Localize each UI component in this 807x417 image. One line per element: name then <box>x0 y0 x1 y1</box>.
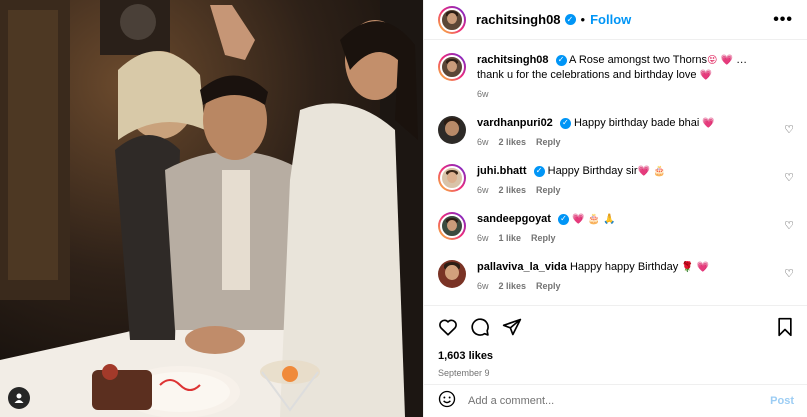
comment-time[interactable]: 6w <box>477 137 489 147</box>
comment-text: Happy birthday bade bhai <box>573 117 703 129</box>
follow-button[interactable]: Follow <box>590 12 631 27</box>
verified-icon: ✓ <box>555 54 567 66</box>
reply-button[interactable]: Reply <box>531 233 556 243</box>
comment-input[interactable] <box>468 395 771 407</box>
bookmark-icon[interactable] <box>776 317 794 337</box>
comment-icon[interactable] <box>470 317 490 337</box>
comment-emoji: 💗 🎂 🙏 <box>572 214 616 225</box>
emoji-icon[interactable] <box>438 390 456 413</box>
verified-icon: ✓ <box>564 14 576 25</box>
header-username[interactable]: rachitsingh08 <box>476 12 561 27</box>
photo-illustration <box>0 0 423 417</box>
avatar[interactable] <box>438 212 466 240</box>
avatar[interactable] <box>438 116 466 144</box>
tag-user-icon[interactable] <box>8 387 30 409</box>
heart-icon[interactable]: ♡ <box>784 171 794 184</box>
likes-count[interactable]: 1,603 likes <box>438 350 794 362</box>
more-icon[interactable]: ••• <box>773 11 793 29</box>
comment-username[interactable]: sandeepgoyat <box>477 213 551 225</box>
list-item: sandeepgoyat ✓ 💗 🎂 🙏 6w 1 like Reply ♡ <box>438 212 794 243</box>
post-header: rachitsingh08 ✓ • Follow ••• <box>424 0 807 40</box>
heart-icon[interactable] <box>438 318 458 336</box>
comment-likes[interactable]: 1 like <box>499 233 522 243</box>
list-item: vardhanpuri02 ✓ Happy birthday bade bhai… <box>438 116 794 147</box>
comment-emoji: 💗 <box>702 118 715 129</box>
heart-icon[interactable]: ♡ <box>784 267 794 280</box>
avatar[interactable] <box>438 53 466 81</box>
avatar[interactable] <box>438 5 466 34</box>
separator: • <box>580 12 586 27</box>
comment-composer: Post <box>424 384 807 417</box>
post-sidebar: rachitsingh08 ✓ • Follow ••• rachitsingh… <box>423 0 807 417</box>
post-photo[interactable] <box>0 0 423 417</box>
caption-username[interactable]: rachitsingh08 <box>477 54 549 66</box>
verified-icon: ✓ <box>533 165 545 177</box>
comment-emoji: 🌹 💗 <box>681 262 710 273</box>
list-item: juhi.bhatt ✓ Happy Birthday sir💗 🎂 6w 2 … <box>438 164 794 195</box>
verified-icon: ✓ <box>559 117 571 129</box>
comment-time[interactable]: 6w <box>477 185 489 195</box>
post-modal: rachitsingh08 ✓ • Follow ••• rachitsingh… <box>0 0 807 417</box>
caption-emoji: 😝 💗 <box>707 55 734 66</box>
post-button[interactable]: Post <box>770 395 794 407</box>
avatar[interactable] <box>438 164 466 192</box>
comment-time[interactable]: 6w <box>477 281 489 291</box>
comments-list[interactable]: rachitsingh08 ✓ A Rose amongst two Thorn… <box>424 41 807 305</box>
comment-username[interactable]: pallaviva_la_vida <box>477 261 567 273</box>
comment-text: Happy Birthday sir <box>547 165 638 177</box>
heart-icon[interactable]: ♡ <box>784 219 794 232</box>
caption-text: A Rose amongst two Thorns <box>569 54 708 66</box>
avatar[interactable] <box>438 260 466 288</box>
comment-username[interactable]: juhi.bhatt <box>477 165 527 177</box>
reply-button[interactable]: Reply <box>536 281 561 291</box>
reply-button[interactable]: Reply <box>536 137 561 147</box>
comment-username[interactable]: vardhanpuri02 <box>477 117 553 129</box>
share-icon[interactable] <box>502 317 522 337</box>
caption: rachitsingh08 ✓ A Rose amongst two Thorn… <box>438 53 794 99</box>
reply-button[interactable]: Reply <box>536 185 561 195</box>
comment-text: Happy happy Birthday <box>569 261 682 273</box>
post-date: September 9 <box>438 368 490 378</box>
caption-emoji-2: 💗 <box>699 70 713 81</box>
action-bar: 1,603 likes September 9 <box>424 305 807 378</box>
caption-time[interactable]: 6w <box>477 89 489 99</box>
comment-emoji: 💗 🎂 <box>637 166 666 177</box>
comment-time[interactable]: 6w <box>477 233 489 243</box>
comment-likes[interactable]: 2 likes <box>499 137 527 147</box>
list-item: pallaviva_la_vida Happy happy Birthday 🌹… <box>438 260 794 291</box>
heart-icon[interactable]: ♡ <box>784 123 794 136</box>
verified-icon: ✓ <box>558 213 570 225</box>
comment-likes[interactable]: 2 likes <box>499 185 527 195</box>
comment-likes[interactable]: 2 likes <box>499 281 527 291</box>
